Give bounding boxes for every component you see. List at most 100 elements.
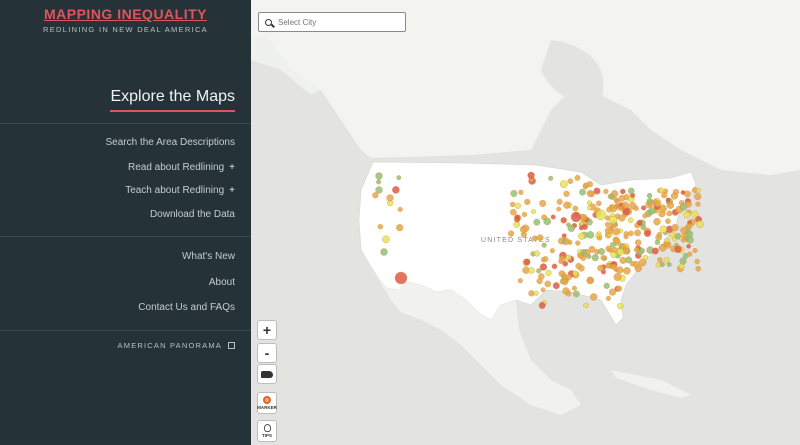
city-search[interactable] [258, 12, 406, 32]
city-marker[interactable] [674, 232, 682, 240]
city-marker[interactable] [586, 253, 592, 260]
national-view-button[interactable] [257, 364, 277, 384]
city-marker[interactable] [591, 254, 599, 262]
nav-read-about-redlining[interactable]: Read about Redlining + [128, 162, 235, 173]
city-marker[interactable] [556, 198, 563, 205]
city-marker[interactable] [623, 266, 631, 275]
city-marker[interactable] [396, 224, 404, 232]
city-marker[interactable] [533, 290, 539, 296]
city-marker[interactable] [572, 290, 580, 298]
nav-about[interactable]: About [209, 277, 235, 288]
city-marker[interactable] [604, 221, 610, 227]
city-marker[interactable] [695, 201, 701, 207]
city-marker[interactable] [617, 205, 623, 211]
city-marker[interactable] [641, 205, 647, 211]
zoom-in-button[interactable]: + [257, 320, 277, 340]
city-marker[interactable] [655, 262, 661, 268]
city-marker[interactable] [604, 226, 613, 235]
nav-search-area-descriptions[interactable]: Search the Area Descriptions [105, 137, 235, 148]
city-marker[interactable] [646, 192, 653, 199]
city-marker[interactable] [665, 218, 671, 224]
city-marker[interactable] [595, 200, 602, 207]
city-marker[interactable] [595, 209, 607, 221]
city-marker[interactable] [666, 210, 673, 217]
city-marker[interactable] [608, 215, 618, 225]
city-marker[interactable] [642, 254, 649, 261]
city-marker[interactable] [651, 247, 659, 255]
city-marker[interactable] [514, 214, 520, 221]
city-marker[interactable] [636, 219, 643, 226]
expand-plus-icon[interactable]: + [229, 185, 235, 196]
city-marker[interactable] [686, 235, 694, 244]
city-marker[interactable] [542, 256, 549, 262]
city-marker[interactable] [692, 247, 698, 253]
explore-heading[interactable]: Explore the Maps [110, 88, 235, 112]
city-marker[interactable] [586, 190, 594, 197]
city-marker[interactable] [636, 249, 643, 256]
city-marker[interactable] [681, 237, 687, 243]
city-marker[interactable] [539, 199, 547, 207]
city-marker[interactable] [694, 258, 700, 265]
city-marker[interactable] [567, 178, 574, 184]
city-marker[interactable] [583, 302, 589, 309]
city-marker[interactable] [616, 248, 625, 256]
city-marker[interactable] [580, 248, 587, 256]
city-marker[interactable] [575, 240, 581, 246]
city-marker[interactable] [603, 188, 609, 195]
city-marker[interactable] [666, 262, 672, 268]
city-marker[interactable] [536, 234, 544, 241]
city-marker[interactable] [654, 200, 661, 208]
city-marker[interactable] [609, 288, 617, 296]
city-marker[interactable] [647, 210, 653, 216]
city-marker[interactable] [559, 180, 568, 189]
city-marker[interactable] [610, 263, 617, 270]
city-marker[interactable] [696, 220, 704, 228]
city-marker[interactable] [653, 217, 661, 226]
city-marker[interactable] [538, 273, 545, 280]
city-marker[interactable] [674, 245, 682, 253]
city-marker[interactable] [582, 184, 588, 190]
city-marker[interactable] [548, 175, 554, 181]
city-marker[interactable] [392, 186, 400, 194]
city-marker[interactable] [523, 258, 531, 266]
city-marker[interactable] [533, 218, 541, 226]
city-marker[interactable] [614, 198, 620, 205]
city-marker[interactable] [394, 271, 408, 285]
city-marker[interactable] [574, 174, 581, 181]
city-marker[interactable] [397, 206, 403, 212]
city-marker[interactable] [587, 276, 595, 284]
city-marker[interactable] [521, 211, 528, 218]
city-marker[interactable] [635, 239, 642, 246]
city-marker[interactable] [565, 274, 572, 281]
city-marker[interactable] [683, 211, 691, 219]
city-marker[interactable] [597, 235, 603, 241]
tips-button[interactable]: TIPS [257, 420, 277, 442]
city-marker[interactable] [627, 217, 634, 223]
city-marker[interactable] [640, 224, 647, 231]
explore-title[interactable]: Explore the Maps [110, 88, 235, 106]
city-marker[interactable] [621, 201, 630, 209]
city-marker[interactable] [563, 190, 570, 197]
city-marker[interactable] [665, 197, 671, 203]
brand[interactable]: MAPPING INEQUALITY REDLINING IN NEW DEAL… [0, 6, 251, 34]
city-marker[interactable] [686, 223, 693, 230]
city-marker[interactable] [541, 242, 547, 248]
city-marker[interactable] [510, 201, 516, 208]
city-marker[interactable] [609, 204, 618, 213]
city-marker[interactable] [544, 280, 552, 288]
city-marker[interactable] [657, 257, 663, 263]
city-marker[interactable] [558, 258, 564, 265]
city-marker[interactable] [543, 217, 552, 226]
city-marker[interactable] [597, 264, 604, 272]
city-marker[interactable] [514, 202, 521, 209]
city-marker[interactable] [375, 172, 383, 180]
city-marker[interactable] [567, 224, 575, 233]
city-marker[interactable] [590, 293, 598, 301]
city-marker[interactable] [530, 209, 536, 214]
city-marker[interactable] [538, 301, 546, 309]
city-marker[interactable] [667, 201, 675, 209]
city-marker[interactable] [623, 231, 630, 237]
city-marker[interactable] [510, 189, 518, 197]
city-marker[interactable] [533, 250, 540, 257]
city-marker[interactable] [600, 254, 607, 261]
